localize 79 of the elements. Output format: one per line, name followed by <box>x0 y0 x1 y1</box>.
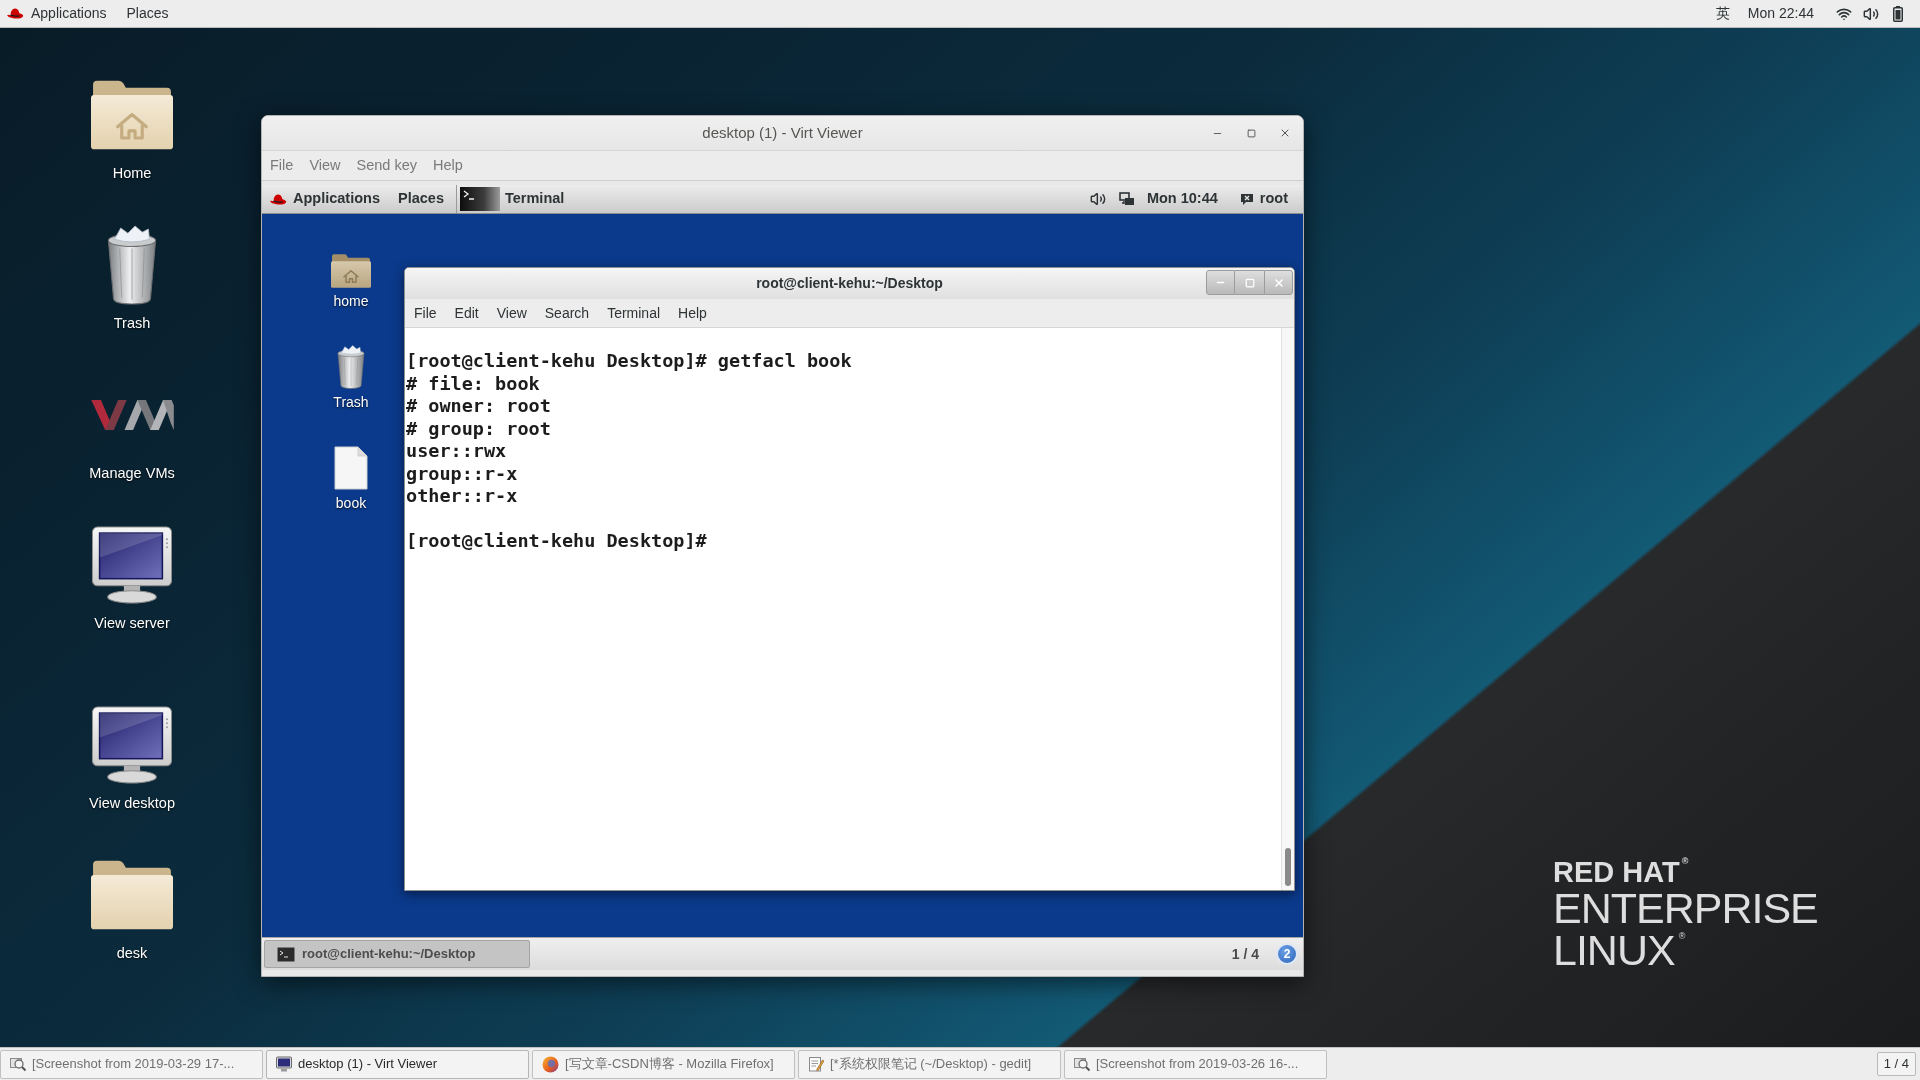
product-name: LINUX$^{®}$ <box>1553 929 1685 971</box>
magnifier-icon <box>10 1056 26 1072</box>
desktop-icon-label[interactable]: View server <box>94 613 170 633</box>
close-icon <box>1272 276 1285 289</box>
menu-item[interactable]: Edit <box>445 299 488 327</box>
menu-item[interactable]: View <box>301 151 349 180</box>
window-list-item[interactable]: root@client-kehu:~/Desktop <box>264 940 530 968</box>
taskbar-item[interactable]: [Screenshot from 2019-03-26 16-... <box>1064 1049 1327 1079</box>
trash-icon[interactable] <box>107 225 157 305</box>
terminal-icon <box>460 187 500 211</box>
taskbar-item[interactable]: [写文章-CSDN博客 - Mozilla Firefox] <box>532 1049 795 1079</box>
terminal-line: # owner: root <box>406 395 551 418</box>
scrollbar-thumb[interactable] <box>1285 848 1291 886</box>
terminal-line: [root@client-kehu Desktop]# getfacl book <box>406 350 852 373</box>
globe-icon <box>542 1055 559 1073</box>
terminal-line: other::r-x <box>406 485 518 508</box>
folder-icon[interactable] <box>91 860 173 930</box>
file-icon[interactable] <box>334 446 368 490</box>
applications-menu[interactable]: Applications <box>262 185 389 213</box>
input-method-indicator[interactable]: 英 <box>1711 0 1734 27</box>
window-title: root@client-kehu:~/Desktop <box>756 274 943 293</box>
menu-item[interactable]: Help <box>669 299 716 327</box>
user-menu[interactable]: root <box>1239 185 1288 213</box>
places-menu[interactable]: Places <box>116 0 179 27</box>
taskbar-item[interactable]: [*系统权限笔记 (~/Desktop) - gedit] <box>798 1049 1061 1079</box>
trash-icon[interactable] <box>337 345 365 389</box>
desktop-icon-label[interactable]: View desktop <box>89 793 175 813</box>
terminal-app-button[interactable]: Terminal <box>456 185 573 213</box>
terminal-icon <box>277 946 295 962</box>
desktop-icon-label[interactable]: book <box>335 494 367 512</box>
home-folder-icon[interactable] <box>91 80 173 150</box>
hat-icon <box>7 8 24 19</box>
clock[interactable]: Mon 22:44 <box>1747 3 1814 24</box>
desktop-icon-label[interactable]: Home <box>112 163 152 183</box>
clock[interactable]: Mon 10:44 <box>1146 188 1218 210</box>
menu-item[interactable]: Search <box>535 299 599 327</box>
product-name: ENTERPRISE <box>1553 887 1818 929</box>
magnifier-icon <box>1074 1056 1090 1072</box>
menu-item[interactable]: File <box>262 151 302 180</box>
applications-menu[interactable]: Applications <box>0 0 117 27</box>
company-name: RED HAT$^{®}$ <box>1553 857 1689 887</box>
terminal-line: # file: book <box>406 372 540 395</box>
menu-item[interactable]: File <box>405 299 446 327</box>
volume-icon[interactable] <box>1089 191 1106 207</box>
volume-icon[interactable] <box>1863 5 1879 22</box>
places-menu[interactable]: Places <box>389 185 453 213</box>
taskbar-item[interactable]: desktop (1) - Virt Viewer <box>266 1049 529 1079</box>
monitor-icon[interactable] <box>91 526 173 604</box>
hat-icon <box>270 193 287 205</box>
terminal-line: [root@client-kehu Desktop]# <box>406 530 707 553</box>
window-title: desktop (1) - Virt Viewer <box>702 122 863 143</box>
desktop-icon-label[interactable]: home <box>333 292 369 310</box>
battery-icon[interactable] <box>1893 5 1903 22</box>
maximize-icon <box>1244 277 1255 288</box>
maximize-button[interactable] <box>1235 270 1264 295</box>
desktop-icon-label[interactable]: Manage VMs <box>89 463 175 483</box>
menu-item[interactable]: View <box>487 299 536 327</box>
menu-item[interactable]: Terminal <box>598 299 670 327</box>
workspace-indicator[interactable]: 1 / 4 <box>1231 943 1259 965</box>
menu-item[interactable]: Send key <box>348 151 425 180</box>
close-icon <box>1279 127 1291 139</box>
notepad-pencil-icon <box>808 1056 824 1072</box>
monitor-icon <box>276 1056 292 1072</box>
desktop-icon-label[interactable]: Trash <box>113 313 151 333</box>
terminal-line: # group: root <box>406 417 551 440</box>
terminal-line: user::rwx <box>406 440 507 463</box>
scrollbar[interactable] <box>1281 328 1294 890</box>
maximize-icon <box>1246 128 1256 138</box>
desktop-icon-label[interactable]: Trash <box>333 393 369 411</box>
menu-item[interactable]: Help <box>425 151 471 180</box>
slanted-bars-logo-icon[interactable] <box>90 400 174 430</box>
monitor-icon[interactable] <box>91 706 173 784</box>
network-icon[interactable] <box>1118 191 1135 207</box>
speech-bubble-icon <box>1239 192 1254 206</box>
desktop-icon-label[interactable]: desk <box>116 943 148 963</box>
home-folder-icon[interactable] <box>331 254 371 288</box>
taskbar-item[interactable]: [Screenshot from 2019-03-29 17-... <box>0 1049 263 1079</box>
terminal-line: group::r-x <box>406 462 518 485</box>
workspace-indicator[interactable]: 1 / 4 <box>1876 1052 1916 1076</box>
